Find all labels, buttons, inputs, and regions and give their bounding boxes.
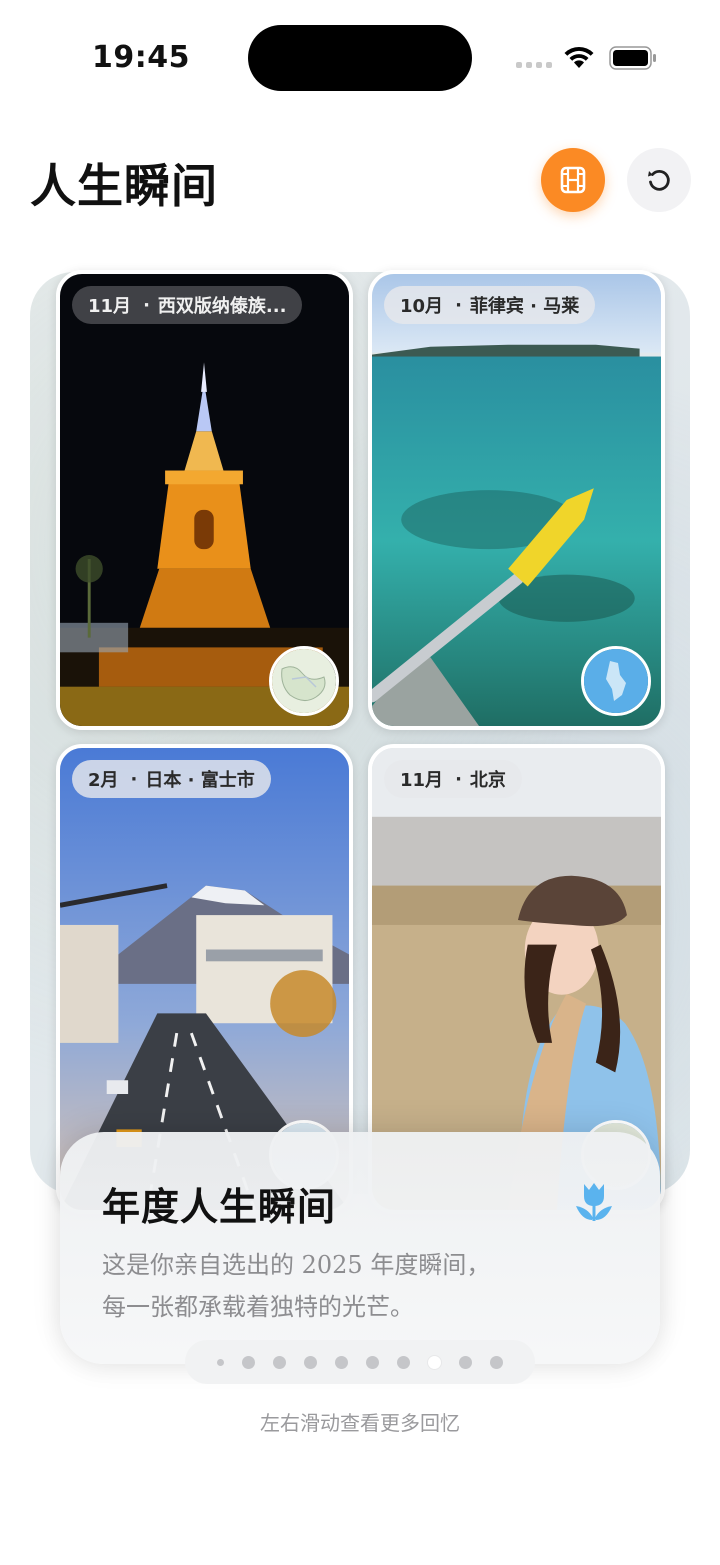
tulip-icon <box>576 1183 612 1221</box>
separator-dot: · <box>130 768 138 790</box>
page-dot-active[interactable] <box>428 1355 441 1369</box>
map-icon <box>584 649 648 713</box>
dynamic-island <box>248 25 472 91</box>
battery-icon <box>609 46 656 70</box>
info-title: 年度人生瞬间 <box>102 1185 337 1229</box>
page-dot[interactable] <box>490 1355 503 1369</box>
info-description: 这是你亲自选出的 2025 年度瞬间， 每一张都承载着独特的光芒。 <box>102 1244 622 1328</box>
info-description-line: 每一张都承载着独特的光芒。 <box>102 1293 414 1321</box>
photo-card[interactable]: 11月 · 西双版纳傣族... <box>56 270 353 730</box>
page-dot[interactable] <box>397 1355 410 1369</box>
page-dot[interactable] <box>335 1355 348 1369</box>
page-dot[interactable] <box>217 1358 224 1366</box>
page-dot[interactable] <box>304 1355 317 1369</box>
photo-place: 菲律宾 · 马莱 <box>469 296 580 317</box>
map-thumbnail[interactable] <box>581 646 651 716</box>
film-button[interactable] <box>541 148 605 212</box>
rotate-ccw-icon <box>648 169 670 191</box>
cellular-signal-icon <box>516 62 552 68</box>
photo-tag: 10月 · 菲律宾 · 马莱 <box>384 286 596 324</box>
swipe-hint: 左右滑动查看更多回忆 <box>260 1411 460 1435</box>
page-title: 人生瞬间 <box>30 159 218 213</box>
page-dot[interactable] <box>242 1355 255 1369</box>
photo-tag: 2月 · 日本 · 富士市 <box>72 760 271 798</box>
film-icon <box>560 166 586 194</box>
info-description-line: 这是你亲自选出的 2025 年度瞬间， <box>102 1251 491 1279</box>
photo-month: 11月 <box>400 770 444 791</box>
photo-tag: 11月 · 北京 <box>384 760 522 798</box>
reset-button[interactable] <box>627 148 691 212</box>
map-icon <box>272 649 336 713</box>
info-card: 年度人生瞬间 这是你亲自选出的 2025 年度瞬间， 每一张都承载着独特的光芒。 <box>60 1132 660 1364</box>
photo-month: 10月 <box>400 296 444 317</box>
status-time: 19:45 <box>92 40 190 75</box>
photo-month: 2月 <box>88 770 119 791</box>
photo-tag: 11月 · 西双版纳傣族... <box>72 286 303 324</box>
page-indicator[interactable] <box>185 1340 535 1384</box>
photo-place: 西双版纳傣族... <box>157 296 287 317</box>
photo-card[interactable]: 10月 · 菲律宾 · 马莱 <box>368 270 665 730</box>
page-dot[interactable] <box>273 1355 286 1369</box>
page-dot[interactable] <box>366 1355 379 1369</box>
photo-month: 11月 <box>88 296 132 317</box>
separator-dot: · <box>143 294 150 316</box>
page-dot[interactable] <box>459 1355 472 1369</box>
map-thumbnail[interactable] <box>269 646 339 716</box>
separator-dot: · <box>455 768 462 790</box>
photo-place: 日本 · 富士市 <box>145 770 255 791</box>
separator-dot: · <box>455 294 462 316</box>
wifi-icon <box>564 46 594 68</box>
photo-place: 北京 <box>469 770 506 791</box>
